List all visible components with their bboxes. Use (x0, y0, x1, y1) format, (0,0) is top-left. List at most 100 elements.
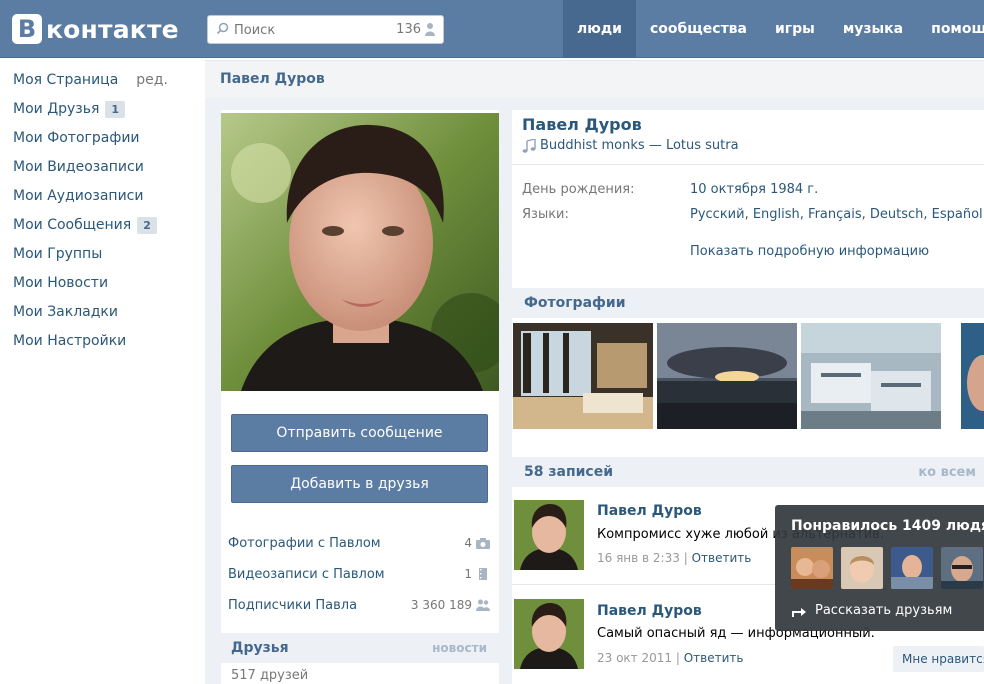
nav-communities[interactable]: сообщества (636, 0, 761, 58)
birthday-label: День рождения: (522, 182, 635, 197)
post-author[interactable]: Павел Дуров (597, 603, 702, 619)
avatar-image (514, 599, 584, 669)
reply-link[interactable]: Ответить (684, 651, 744, 665)
link-label: Видеозаписи с Павлом (228, 566, 385, 582)
photo-thumbnail[interactable] (657, 323, 797, 429)
nav-music[interactable]: музыка (829, 0, 917, 58)
show-more-info-link[interactable]: Показать подробную информацию (690, 244, 929, 259)
menu-label: Мои Сообщения (13, 217, 132, 233)
photos-with-link[interactable]: Фотографии с Павлом 4 (228, 532, 490, 554)
avatar-image (514, 500, 584, 570)
followers-link[interactable]: Подписчики Павла 3 360 189 (228, 594, 490, 616)
photo-portrait (961, 323, 984, 429)
nav-people[interactable]: люди (563, 0, 636, 58)
vk-logo[interactable]: В контакте (12, 12, 179, 46)
online-count: 136 (396, 22, 421, 37)
nav-help[interactable]: помощь (917, 0, 984, 58)
liker-avatar[interactable] (891, 547, 933, 589)
send-message-button[interactable]: Отправить сообщение (231, 414, 488, 452)
logo-text: контакте (46, 14, 179, 44)
birthday-value[interactable]: 10 октября 1984 г. (690, 182, 818, 197)
menu-settings[interactable]: Мои Настройки (13, 330, 126, 352)
photo-thumbnail[interactable] (513, 323, 653, 429)
page-title-bar: Павел Дуров (205, 60, 984, 98)
share-label: Рассказать друзьям (815, 603, 953, 618)
photo-thumbnail[interactable] (961, 323, 984, 429)
like-button[interactable]: Мне нравится (893, 646, 984, 672)
menu-videos[interactable]: Мои Видеозаписи (13, 156, 144, 178)
camera-icon (476, 538, 490, 549)
friends-title: Друзья (231, 640, 289, 656)
page-title: Павел Дуров (220, 71, 325, 87)
post-avatar[interactable] (514, 500, 584, 570)
search-input[interactable] (234, 20, 384, 40)
friends-count: 517 друзей (231, 668, 309, 683)
photo-sunset (657, 323, 797, 429)
post-date[interactable]: 23 окт 2011 (597, 651, 672, 665)
liker-avatar[interactable] (941, 547, 983, 589)
meta-separator: | (675, 651, 684, 665)
add-friend-button[interactable]: Добавить в друзья (231, 465, 488, 503)
link-count: 4 (464, 536, 472, 550)
liker-image (891, 547, 933, 589)
profile-name: Павел Дуров (522, 115, 642, 134)
languages-label: Языки: (522, 207, 569, 222)
post-author[interactable]: Павел Дуров (597, 503, 702, 519)
liker-avatar[interactable] (841, 547, 883, 589)
top-header: В контакте 136 люди сообщества игры музы… (0, 0, 984, 58)
profile-photo-image (221, 113, 499, 391)
menu-audio[interactable]: Мои Аудиозаписи (13, 185, 143, 207)
film-icon (479, 568, 487, 580)
profile-photo[interactable] (221, 113, 499, 391)
friends-news-link[interactable]: новости (432, 641, 487, 655)
likes-popup-title[interactable]: Понравилось 1409 людям (791, 518, 984, 534)
nav-games[interactable]: игры (761, 0, 829, 58)
menu-messages[interactable]: Мои Сообщения 2 (13, 214, 157, 236)
link-label: Подписчики Павла (228, 597, 358, 613)
messages-badge: 2 (137, 216, 157, 234)
followers-icon (476, 599, 490, 611)
post-meta: 16 янв в 2:33 | Ответить (597, 551, 751, 565)
share-with-friends[interactable]: Рассказать друзьям (791, 603, 952, 618)
music-note-icon (522, 138, 536, 153)
menu-label: Моя Страница (13, 72, 119, 88)
post-avatar[interactable] (514, 599, 584, 669)
likes-popup: Понравилось 1409 людям Рассказать друзья… (775, 505, 984, 631)
profile-status[interactable]: Buddhist monks — Lotus sutra (522, 138, 739, 153)
menu-groups[interactable]: Мои Группы (13, 243, 102, 265)
share-icon (792, 607, 806, 617)
wall-to-all-link[interactable]: ко всем (918, 465, 976, 480)
liker-image (941, 547, 983, 589)
liker-image (841, 547, 883, 589)
link-label: Фотографии с Павлом (228, 535, 381, 551)
post-date[interactable]: 16 янв в 2:33 (597, 551, 680, 565)
videos-with-link[interactable]: Видеозаписи с Павлом 1 (228, 563, 490, 585)
friends-section-header[interactable]: Друзья новости (221, 633, 499, 663)
user-icon (425, 23, 435, 36)
menu-news[interactable]: Мои Новости (13, 272, 108, 294)
wall-title: 58 записей (524, 464, 614, 480)
meta-separator: | (683, 551, 692, 565)
menu-my-page[interactable]: Моя Страница ред. (13, 69, 168, 91)
top-nav: люди сообщества игры музыка помощь (563, 0, 984, 58)
status-text: Buddhist monks — Lotus sutra (540, 138, 739, 153)
edit-link[interactable]: ред. (136, 72, 168, 88)
photos-title: Фотографии (524, 295, 626, 311)
search-icon (216, 22, 229, 35)
photo-city-winter (801, 323, 941, 429)
menu-photos[interactable]: Мои Фотографии (13, 127, 140, 149)
divider (512, 164, 984, 165)
wall-section-header: 58 записей ко всем (512, 457, 984, 487)
liker-avatar[interactable] (791, 547, 833, 589)
photo-thumbnail[interactable] (801, 323, 941, 429)
languages-value[interactable]: Русский, English, Français, Deutsch, Esp… (690, 207, 983, 222)
photos-section-header[interactable]: Фотографии (512, 288, 984, 318)
link-count: 3 360 189 (410, 598, 472, 612)
link-count: 1 (464, 567, 472, 581)
menu-bookmarks[interactable]: Мои Закладки (13, 301, 118, 323)
liker-image (791, 547, 833, 589)
reply-link[interactable]: Ответить (692, 551, 752, 565)
search-box: 136 (207, 15, 444, 44)
menu-label: Мои Друзья (13, 101, 100, 117)
menu-friends[interactable]: Мои Друзья 1 (13, 98, 126, 120)
